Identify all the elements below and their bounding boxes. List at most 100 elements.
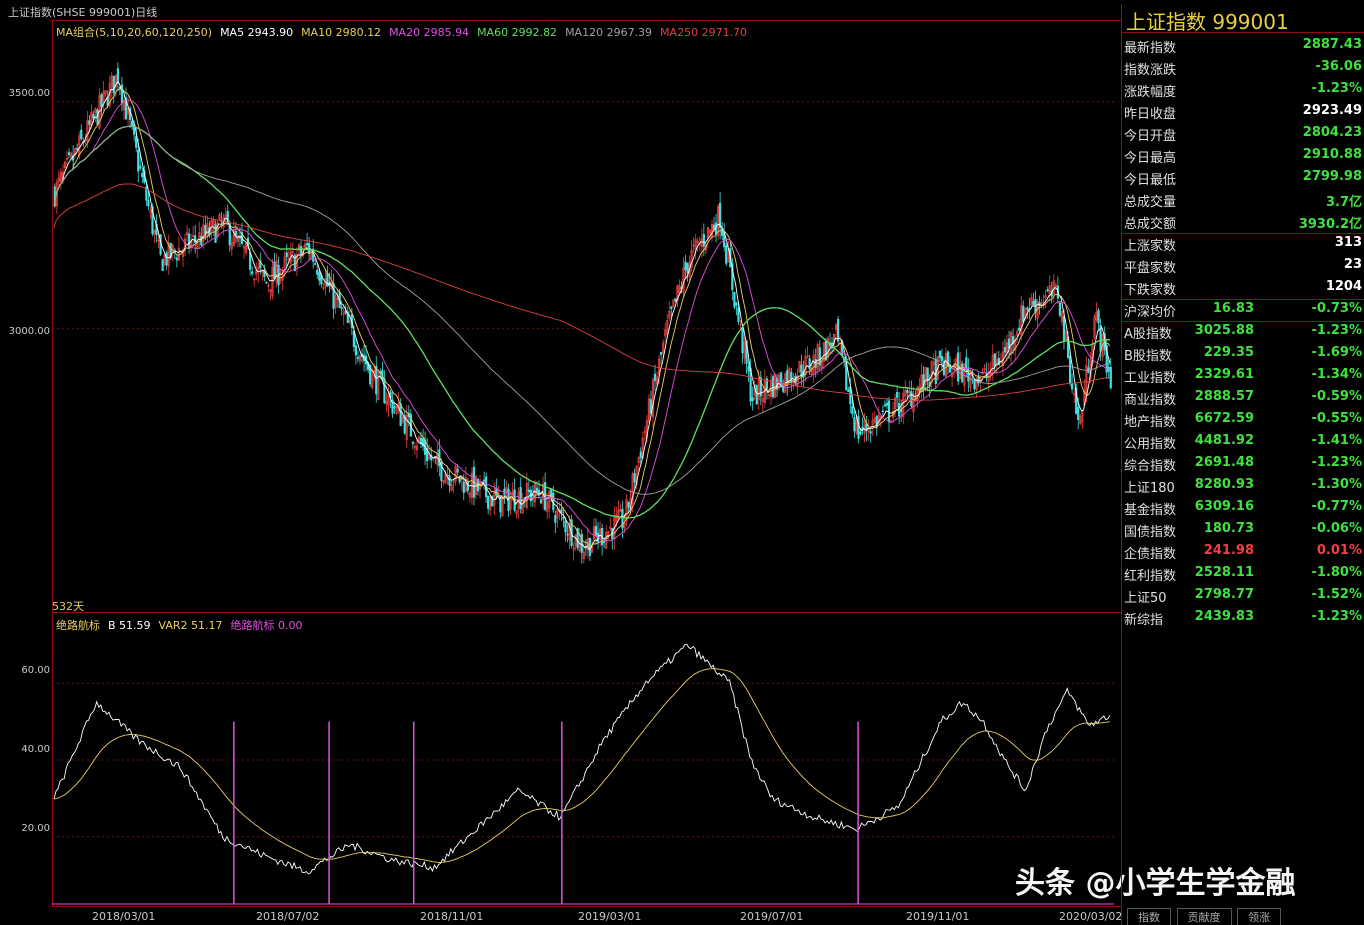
quote-row[interactable]: 综合指数 2691.48 -1.23% xyxy=(1124,452,1362,474)
candle xyxy=(765,375,769,400)
candle xyxy=(1020,295,1023,341)
quote-row[interactable]: 总成交量 3.7亿 xyxy=(1124,188,1362,210)
candle xyxy=(206,215,209,242)
tab-leaders[interactable]: 领涨 xyxy=(1237,908,1281,925)
candle xyxy=(1081,410,1084,429)
candle xyxy=(674,298,677,303)
quote-row[interactable]: 工业指数 2329.61 -1.34% xyxy=(1124,364,1362,386)
candle xyxy=(761,387,764,413)
candle xyxy=(185,225,189,242)
candle xyxy=(985,362,988,383)
quote-row[interactable]: 基金指数 6309.16 -0.77% xyxy=(1124,496,1362,518)
candle xyxy=(110,71,113,98)
candle xyxy=(1036,299,1039,327)
quote-row[interactable]: 红利指数 2528.11 -1.80% xyxy=(1124,562,1362,584)
indicator-chart[interactable] xyxy=(52,614,1120,906)
quote-label: 工业指数 xyxy=(1124,371,1177,386)
quote-row[interactable]: 平盘家数 23 xyxy=(1124,254,1362,276)
quote-label: 公用指数 xyxy=(1124,437,1177,452)
candle xyxy=(544,472,547,512)
quote-label: 企债指数 xyxy=(1124,547,1177,562)
candle xyxy=(531,485,535,507)
candle xyxy=(426,437,429,469)
candle xyxy=(554,510,557,533)
quote-index-value: 2888.57 xyxy=(1194,389,1254,404)
candle xyxy=(1097,307,1100,332)
candle xyxy=(596,522,600,550)
quote-label: 总成交额 xyxy=(1124,217,1177,232)
candle xyxy=(1060,310,1064,326)
candle xyxy=(450,479,453,492)
quote-row[interactable]: 地产指数 6672.59 -0.55% xyxy=(1124,408,1362,430)
x-axis-label: 2018/07/02 xyxy=(256,910,320,923)
candle xyxy=(342,305,345,325)
quote-row[interactable]: 指数涨跌 -36.06 xyxy=(1124,56,1362,78)
quote-label: A股指数 xyxy=(1124,327,1172,342)
candle xyxy=(198,221,201,249)
quote-row[interactable]: 昨日收盘 2923.49 xyxy=(1124,100,1362,122)
quote-value: -0.77% xyxy=(1311,499,1363,514)
candle xyxy=(1009,330,1013,365)
quote-value: 2804.23 xyxy=(1302,125,1362,140)
candle xyxy=(1079,414,1082,426)
candle xyxy=(861,417,864,436)
candle xyxy=(566,524,569,543)
candlestick-chart[interactable] xyxy=(52,20,1120,610)
candle xyxy=(1048,275,1051,303)
quote-label: 平盘家数 xyxy=(1124,261,1177,276)
x-axis-label: 2019/07/01 xyxy=(740,910,804,923)
candle xyxy=(291,242,294,262)
candle xyxy=(904,380,907,402)
candle xyxy=(684,254,687,280)
quote-row[interactable]: 公用指数 4481.92 -1.41% xyxy=(1124,430,1362,452)
candle xyxy=(1101,333,1104,362)
quote-row[interactable]: 上证50 2798.77 -1.52% xyxy=(1124,584,1362,606)
candle xyxy=(733,291,736,310)
candle xyxy=(509,490,512,516)
candle xyxy=(619,503,622,512)
quote-row[interactable]: 企债指数 241.98 0.01% xyxy=(1124,540,1362,562)
candle xyxy=(767,393,771,400)
candle xyxy=(358,354,362,366)
quote-row[interactable]: 沪深均价 16.83 -0.73% xyxy=(1124,298,1362,320)
candle xyxy=(867,418,870,441)
quote-row[interactable]: 今日最高 2910.88 xyxy=(1124,144,1362,166)
candle xyxy=(269,289,272,301)
quote-label: 沪深均价 xyxy=(1124,305,1177,320)
candle xyxy=(806,346,809,359)
quote-row[interactable]: 涨跌幅度 -1.23% xyxy=(1124,78,1362,100)
candle xyxy=(564,519,567,542)
candle xyxy=(1095,302,1098,323)
quote-row[interactable]: 上证180 8280.93 -1.30% xyxy=(1124,474,1362,496)
quote-row[interactable]: 上涨家数 313 xyxy=(1124,232,1362,254)
candle xyxy=(387,384,390,418)
candle xyxy=(1087,358,1090,374)
quote-row[interactable]: 下跌家数 1204 xyxy=(1124,276,1362,298)
quote-index-value: 241.98 xyxy=(1203,543,1254,558)
candle xyxy=(755,384,758,405)
quote-label: 昨日收盘 xyxy=(1124,107,1177,122)
quote-row[interactable]: 国债指数 180.73 -0.06% xyxy=(1124,518,1362,540)
quote-label: 上证180 xyxy=(1124,481,1175,496)
candle xyxy=(682,257,685,298)
quote-row[interactable]: A股指数 3025.88 -1.23% xyxy=(1124,320,1362,342)
candle xyxy=(948,356,952,374)
quote-row[interactable]: 最新指数 2887.43 xyxy=(1124,34,1362,56)
tab-contribution[interactable]: 贡献度 xyxy=(1176,908,1232,925)
quote-row[interactable]: B股指数 229.35 -1.69% xyxy=(1124,342,1362,364)
quote-row[interactable]: 商业指数 2888.57 -0.59% xyxy=(1124,386,1362,408)
candle xyxy=(609,517,612,531)
tab-index[interactable]: 指数 xyxy=(1127,908,1171,925)
candle xyxy=(332,273,335,319)
quote-row[interactable]: 新综指 2439.83 -1.23% xyxy=(1124,606,1362,628)
candle xyxy=(873,411,876,425)
quote-row[interactable]: 今日开盘 2804.23 xyxy=(1124,122,1362,144)
var2-line xyxy=(53,668,1111,863)
candle xyxy=(116,62,119,92)
quote-row[interactable]: 今日最低 2799.98 xyxy=(1124,166,1362,188)
quote-row[interactable]: 总成交额 3930.2亿 xyxy=(1124,210,1362,232)
candle xyxy=(751,386,754,411)
quote-panel: 上证指数 999001 最新指数 2887.43 指数涨跌 -36.06 涨跌幅度 -1.… xyxy=(1121,4,1364,925)
candle xyxy=(391,392,394,419)
candle xyxy=(625,494,628,527)
